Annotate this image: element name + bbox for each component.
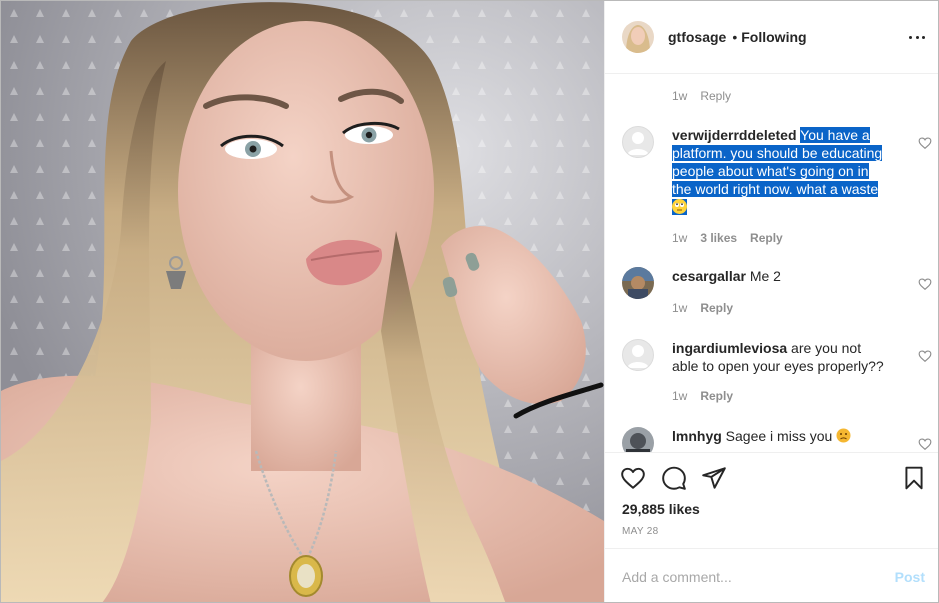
comment-body: verwijderrddeleted You have a platform. … (672, 126, 890, 216)
comment-item: ingardiumleviosa are you not able to ope… (622, 339, 932, 419)
like-comment-heart-icon[interactable] (918, 349, 932, 363)
comment-time: 1w (672, 389, 688, 403)
following-button[interactable]: Following (741, 29, 806, 45)
commenter-avatar[interactable] (622, 427, 654, 452)
heart-glyph (918, 350, 932, 363)
paper-plane-glyph (702, 467, 726, 489)
post-header: gtfosage • Following (605, 1, 938, 74)
reply-button[interactable]: Reply (700, 89, 731, 103)
commenter-username[interactable]: verwijderrddeleted (672, 127, 797, 143)
comment-body: ingardiumleviosa are you not able to ope… (672, 339, 890, 375)
comment-time: 1w (672, 231, 688, 245)
comment-text: Sagee i miss you (725, 428, 833, 444)
comment-meta: 1w Reply (672, 389, 733, 403)
heart-glyph (918, 278, 932, 291)
add-comment-bar: Add a comment... Post (605, 548, 938, 602)
post-window: gtfosage • Following 1w Reply verwijderr… (0, 0, 939, 603)
default-user-icon (627, 345, 649, 368)
add-comment-input[interactable]: Add a comment... (622, 569, 732, 585)
heart-icon[interactable] (620, 465, 646, 491)
author-username[interactable]: gtfosage (668, 29, 726, 45)
like-comment-heart-icon[interactable] (918, 277, 932, 291)
heart-glyph (918, 137, 932, 150)
likes-count[interactable]: 29,885 likes (622, 501, 700, 517)
rolling-eyes-glyph (672, 199, 687, 214)
like-comment-heart-icon[interactable] (918, 437, 932, 451)
comment-body: cesargallar Me 2 (672, 267, 890, 285)
selfie-illustration (1, 1, 604, 602)
comment-text: Me 2 (749, 268, 781, 284)
comment-bubble-icon[interactable] (661, 465, 687, 491)
rolling-eyes-emoji (672, 199, 687, 214)
post-comment-button[interactable]: Post (895, 569, 925, 585)
default-user-icon (627, 132, 649, 155)
commenter-avatar[interactable] (622, 267, 654, 299)
commenter-username[interactable]: lmnhyg (672, 428, 722, 444)
header-separator: • (732, 29, 738, 45)
comment-meta: 1w Reply (672, 89, 731, 103)
post-photo[interactable] (1, 1, 604, 602)
comment-meta: 1w 3 likes Reply (672, 231, 783, 245)
comment-item: verwijderrddeleted You have a platform. … (622, 126, 932, 256)
sad-face-emoji (836, 428, 851, 443)
comment-likes[interactable]: 3 likes (700, 231, 737, 245)
comment-time: 1w (672, 301, 688, 315)
reply-button[interactable]: Reply (700, 301, 733, 315)
more-dot (922, 35, 925, 39)
commenter-username[interactable]: ingardiumleviosa (672, 340, 787, 356)
comments-list[interactable]: 1w Reply verwijderrddeleted You have a p… (605, 75, 938, 452)
comment-bubble-glyph (662, 466, 686, 490)
heart-glyph (621, 467, 645, 489)
author-avatar[interactable] (622, 21, 654, 53)
commenter-username[interactable]: cesargallar (672, 268, 746, 284)
reply-button[interactable]: Reply (750, 231, 783, 245)
more-options-icon[interactable] (909, 29, 925, 45)
reply-button[interactable]: Reply (700, 389, 733, 403)
post-actions: 29,885 likes MAY 28 (605, 452, 938, 548)
author-avatar-image (622, 21, 654, 53)
bookmark-glyph (905, 466, 923, 490)
more-dot (909, 35, 912, 39)
sad-face-glyph (836, 428, 851, 443)
commenter-avatar-image (622, 427, 654, 452)
comment-time: 1w (672, 89, 688, 103)
heart-glyph (918, 438, 932, 451)
comment-body: lmnhyg Sagee i miss you (672, 427, 890, 445)
comment-item: lmnhyg Sagee i miss you (622, 427, 932, 452)
like-comment-heart-icon[interactable] (918, 136, 932, 150)
commenter-avatar[interactable] (622, 339, 654, 371)
bookmark-icon[interactable] (901, 465, 927, 491)
paper-plane-icon[interactable] (701, 465, 727, 491)
comment-item: cesargallar Me 2 1w Reply (622, 267, 932, 327)
comment-meta: 1w Reply (672, 301, 733, 315)
more-dot (915, 35, 919, 39)
post-date: MAY 28 (622, 526, 659, 537)
commenter-avatar-image (622, 267, 654, 299)
post-side-panel: gtfosage • Following 1w Reply verwijderr… (604, 1, 938, 602)
commenter-avatar[interactable] (622, 126, 654, 158)
